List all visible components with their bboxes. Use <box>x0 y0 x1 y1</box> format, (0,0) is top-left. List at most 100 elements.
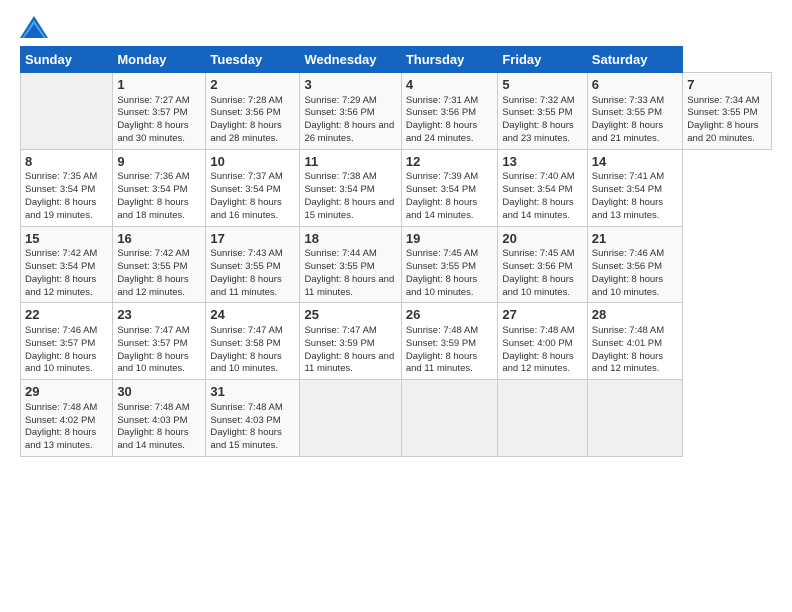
day-number: 25 <box>304 306 396 324</box>
calendar-cell: 31Sunrise: 7:48 AMSunset: 4:03 PMDayligh… <box>206 380 300 457</box>
daylight: Daylight: 8 hours and 10 minutes. <box>210 351 281 375</box>
day-number: 6 <box>592 76 678 94</box>
daylight: Daylight: 8 hours and 13 minutes. <box>25 427 96 451</box>
sunset: Sunset: 3:54 PM <box>210 184 280 195</box>
daylight: Daylight: 8 hours and 11 minutes. <box>210 274 281 298</box>
sunrise: Sunrise: 7:42 AM <box>25 248 97 259</box>
daylight: Daylight: 8 hours and 11 minutes. <box>304 351 394 375</box>
sunrise: Sunrise: 7:48 AM <box>117 402 189 413</box>
sunset: Sunset: 3:54 PM <box>25 184 95 195</box>
calendar-week-4: 22Sunrise: 7:46 AMSunset: 3:57 PMDayligh… <box>21 303 772 380</box>
day-number: 22 <box>25 306 108 324</box>
sunrise: Sunrise: 7:48 AM <box>406 325 478 336</box>
calendar-week-2: 8Sunrise: 7:35 AMSunset: 3:54 PMDaylight… <box>21 149 772 226</box>
daylight: Daylight: 8 hours and 10 minutes. <box>502 274 573 298</box>
calendar-cell: 4Sunrise: 7:31 AMSunset: 3:56 PMDaylight… <box>401 73 498 150</box>
daylight: Daylight: 8 hours and 10 minutes. <box>592 274 663 298</box>
day-number: 18 <box>304 230 396 248</box>
sunrise: Sunrise: 7:37 AM <box>210 171 282 182</box>
sunset: Sunset: 3:56 PM <box>406 107 476 118</box>
calendar-week-5: 29Sunrise: 7:48 AMSunset: 4:02 PMDayligh… <box>21 380 772 457</box>
calendar-table: SundayMondayTuesdayWednesdayThursdayFrid… <box>20 46 772 457</box>
sunset: Sunset: 3:55 PM <box>502 107 572 118</box>
daylight: Daylight: 8 hours and 12 minutes. <box>502 351 573 375</box>
sunrise: Sunrise: 7:46 AM <box>592 248 664 259</box>
calendar-cell: 11Sunrise: 7:38 AMSunset: 3:54 PMDayligh… <box>300 149 401 226</box>
day-header-thursday: Thursday <box>401 47 498 73</box>
sunrise: Sunrise: 7:48 AM <box>25 402 97 413</box>
daylight: Daylight: 8 hours and 15 minutes. <box>210 427 281 451</box>
day-header-saturday: Saturday <box>587 47 682 73</box>
day-number: 16 <box>117 230 201 248</box>
calendar-cell: 17Sunrise: 7:43 AMSunset: 3:55 PMDayligh… <box>206 226 300 303</box>
day-number: 5 <box>502 76 582 94</box>
calendar-cell <box>300 380 401 457</box>
day-number: 27 <box>502 306 582 324</box>
sunset: Sunset: 3:55 PM <box>210 261 280 272</box>
calendar-cell: 19Sunrise: 7:45 AMSunset: 3:55 PMDayligh… <box>401 226 498 303</box>
logo-icon <box>20 16 48 38</box>
sunrise: Sunrise: 7:48 AM <box>502 325 574 336</box>
daylight: Daylight: 8 hours and 12 minutes. <box>117 274 188 298</box>
calendar-cell: 16Sunrise: 7:42 AMSunset: 3:55 PMDayligh… <box>113 226 206 303</box>
daylight: Daylight: 8 hours and 14 minutes. <box>406 197 477 221</box>
calendar-cell <box>587 380 682 457</box>
sunset: Sunset: 3:55 PM <box>117 261 187 272</box>
day-number: 14 <box>592 153 678 171</box>
calendar-cell: 12Sunrise: 7:39 AM Sunset: 3:54 PM Dayligh… <box>401 149 498 226</box>
daylight: Daylight: 8 hours and 18 minutes. <box>117 197 188 221</box>
day-number: 21 <box>592 230 678 248</box>
day-number: 20 <box>502 230 582 248</box>
sunrise: Sunrise: 7:47 AM <box>210 325 282 336</box>
sunset: Sunset: 3:56 PM <box>592 261 662 272</box>
sunrise: Sunrise: 7:34 AM <box>687 95 759 106</box>
day-number: 8 <box>25 153 108 171</box>
daylight: Daylight: 8 hours and 19 minutes. <box>25 197 96 221</box>
sunset: Sunset: 4:03 PM <box>117 415 187 426</box>
calendar-cell <box>401 380 498 457</box>
sunset: Sunset: 3:54 PM <box>406 184 476 195</box>
calendar-cell: 29Sunrise: 7:48 AMSunset: 4:02 PMDayligh… <box>21 380 113 457</box>
daylight: Daylight: 8 hours and 28 minutes. <box>210 120 281 144</box>
sunset: Sunset: 3:55 PM <box>687 107 757 118</box>
sunset: Sunset: 3:54 PM <box>592 184 662 195</box>
daylight: Daylight: 8 hours and 16 minutes. <box>210 197 281 221</box>
day-number: 19 <box>406 230 494 248</box>
day-number: 3 <box>304 76 396 94</box>
sunrise: Sunrise: 7:45 AM <box>406 248 478 259</box>
sunset: Sunset: 3:54 PM <box>117 184 187 195</box>
calendar-cell: 22Sunrise: 7:46 AMSunset: 3:57 PMDayligh… <box>21 303 113 380</box>
sunset: Sunset: 3:54 PM <box>304 184 374 195</box>
calendar-header-row: SundayMondayTuesdayWednesdayThursdayFrid… <box>21 47 772 73</box>
daylight: Daylight: 8 hours and 24 minutes. <box>406 120 477 144</box>
sunrise: Sunrise: 7:33 AM <box>592 95 664 106</box>
sunrise: Sunrise: 7:36 AM <box>117 171 189 182</box>
calendar-cell: 30Sunrise: 7:48 AM Sunset: 4:03 PMDayligh… <box>113 380 206 457</box>
logo <box>20 16 52 38</box>
day-number: 17 <box>210 230 295 248</box>
day-header-sunday: Sunday <box>21 47 113 73</box>
calendar-cell: 9Sunrise: 7:36 AMSunset: 3:54 PMDaylight… <box>113 149 206 226</box>
sunrise: Sunrise: 7:39 AM <box>406 171 478 182</box>
day-number: 12 <box>406 153 494 171</box>
sunset: Sunset: 3:59 PM <box>406 338 476 349</box>
sunset: Sunset: 4:00 PM <box>502 338 572 349</box>
calendar-cell: 24Sunrise: 7:47 AMSunset: 3:58 PMDayligh… <box>206 303 300 380</box>
calendar-cell: 26Sunrise: 7:48 AMSunset: 3:59 PMDayligh… <box>401 303 498 380</box>
sunset: Sunset: 3:54 PM <box>502 184 572 195</box>
day-number: 26 <box>406 306 494 324</box>
calendar-body: 1Sunrise: 7:27 AMSunset: 3:57 PMDaylight… <box>21 73 772 457</box>
day-number: 10 <box>210 153 295 171</box>
sunset: Sunset: 3:55 PM <box>592 107 662 118</box>
calendar-cell: 8Sunrise: 7:35 AMSunset: 3:54 PMDaylight… <box>21 149 113 226</box>
calendar-cell: 15Sunrise: 7:42 AMSunset: 3:54 PMDayligh… <box>21 226 113 303</box>
sunrise: Sunrise: 7:29 AM <box>304 95 376 106</box>
daylight: Daylight: 8 hours and 14 minutes. <box>117 427 188 451</box>
empty-cell <box>21 73 113 150</box>
sunrise: Sunrise: 7:48 AM <box>210 402 282 413</box>
sunrise: Sunrise: 7:48 AM <box>592 325 664 336</box>
sunset: Sunset: 3:56 PM <box>304 107 374 118</box>
calendar-cell: 23Sunrise: 7:47 AMSunset: 3:57 PMDayligh… <box>113 303 206 380</box>
day-number: 30 <box>117 383 201 401</box>
sunset: Sunset: 3:57 PM <box>117 107 187 118</box>
